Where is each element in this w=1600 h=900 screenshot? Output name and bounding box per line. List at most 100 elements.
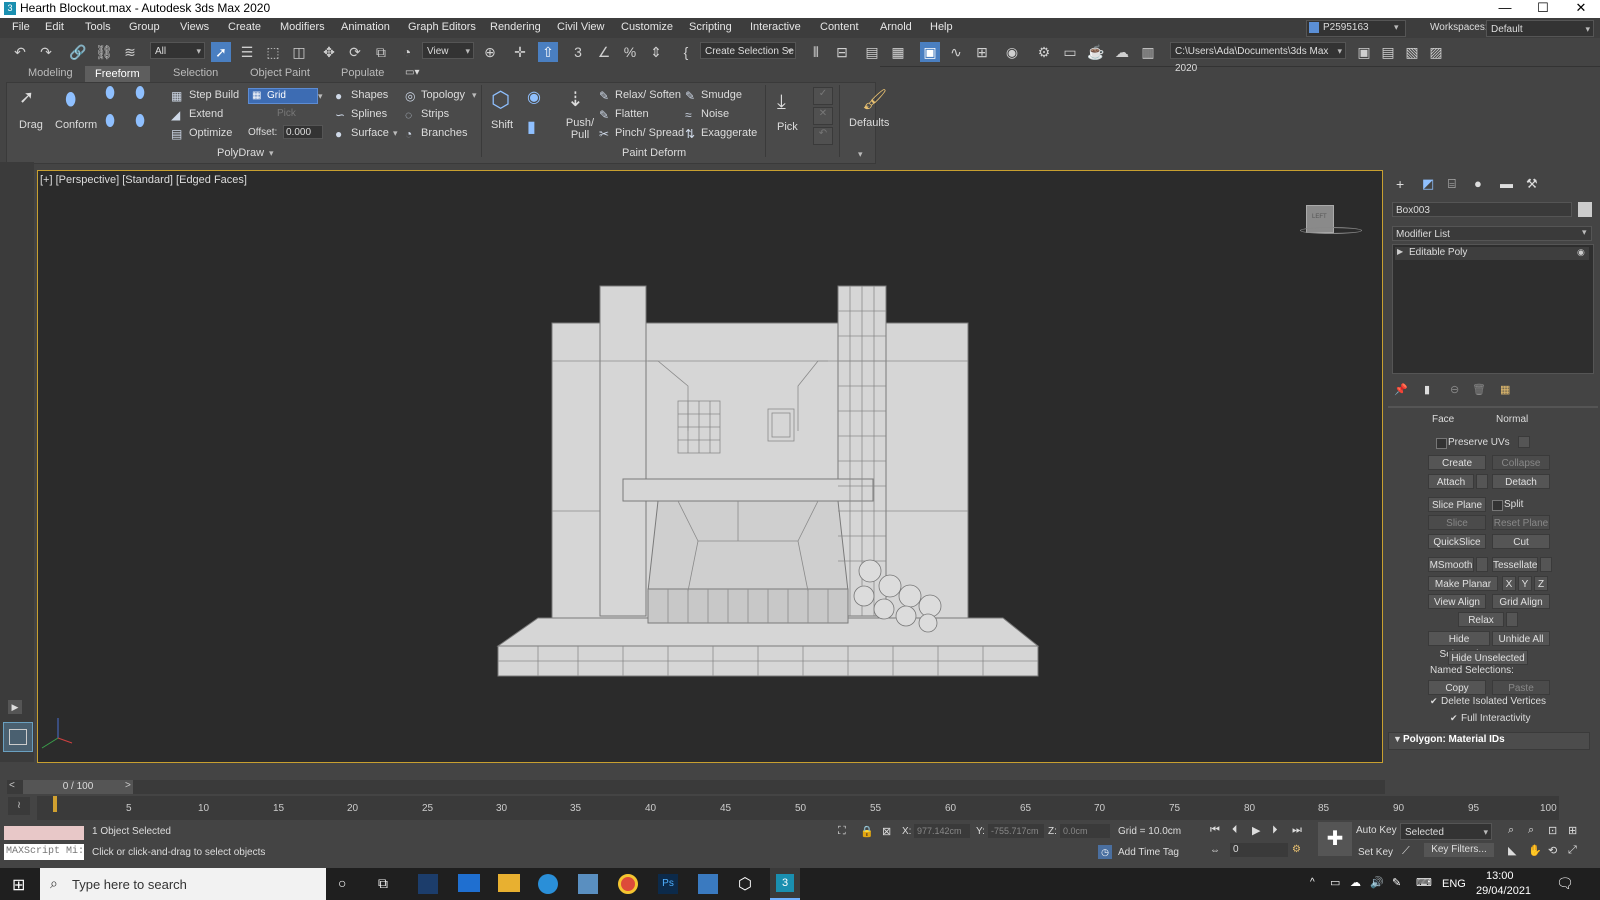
task-view-icon[interactable]: ⧉	[378, 875, 388, 892]
motion-tab-icon[interactable]: ●	[1474, 176, 1482, 191]
preserve-uvs-settings-button[interactable]	[1518, 436, 1530, 448]
app-icon-3[interactable]	[698, 874, 718, 894]
copy-button[interactable]: Copy	[1428, 680, 1486, 695]
3d-viewer-icon[interactable]: ⬡	[738, 874, 752, 894]
3ds-max-taskbar-icon[interactable]: 3	[770, 868, 800, 900]
play-icon[interactable]: ▶	[1252, 824, 1260, 837]
rendered-frame-window-icon[interactable]: ▭	[1060, 42, 1080, 62]
grid-dropdown[interactable]: ▦ Grid	[248, 88, 318, 104]
current-frame-field[interactable]: 0	[1230, 843, 1288, 857]
key-mode-toggle-icon[interactable]: ⇔	[1210, 845, 1220, 856]
menu-file[interactable]: File	[12, 21, 30, 33]
topology-button[interactable]: Topology	[421, 89, 465, 101]
unhide-all-button[interactable]: Unhide All	[1492, 631, 1550, 646]
menu-customize[interactable]: Customize	[621, 21, 673, 33]
field-of-view-icon[interactable]: ◣	[1508, 844, 1516, 857]
clock-time[interactable]: 13:00	[1486, 870, 1514, 882]
tab-object-paint[interactable]: Object Paint	[250, 67, 310, 79]
keyboard-icon[interactable]: ⌨	[1416, 876, 1432, 889]
relax-settings-button[interactable]	[1506, 612, 1518, 627]
user-account-dropdown[interactable]: P2595163 ▾	[1306, 20, 1406, 37]
make-planar-x-button[interactable]: X	[1502, 576, 1516, 591]
schematic-view-icon[interactable]: ⊞	[972, 42, 992, 62]
maximize-viewport-icon[interactable]: ⤢	[1568, 844, 1577, 857]
rectangular-selection-icon[interactable]: ⬚	[263, 42, 283, 62]
make-planar-button[interactable]: Make Planar	[1428, 576, 1498, 591]
utilities-tab-icon[interactable]: ⚒	[1526, 176, 1538, 192]
scene-explorer-icon[interactable]: ▤	[862, 42, 882, 62]
edit-named-selection-icon[interactable]: {	[676, 42, 696, 62]
defaults-label[interactable]: Defaults	[849, 117, 889, 129]
zoom-icon[interactable]: ⌕	[1508, 824, 1514, 837]
x-coordinate-field[interactable]: 977.142cm	[914, 824, 970, 838]
menu-civil-view[interactable]: Civil View	[557, 21, 604, 33]
link-icon[interactable]: 🔗	[68, 42, 88, 62]
select-object-icon[interactable]: ➚	[211, 42, 231, 62]
object-name-field[interactable]: Box003	[1392, 202, 1572, 217]
go-to-start-icon[interactable]: ⏮	[1210, 824, 1220, 837]
viewport-layout-tab[interactable]	[3, 722, 33, 752]
notifications-icon[interactable]: 🗨	[1556, 875, 1574, 892]
cortana-icon[interactable]: ○	[338, 875, 346, 891]
modify-tab-icon[interactable]: ◩	[1422, 176, 1434, 192]
extend-button[interactable]: Extend	[189, 108, 223, 120]
mirror-icon[interactable]: ⫴	[806, 42, 826, 62]
noise-button[interactable]: Noise	[701, 108, 729, 120]
face-radio[interactable]: Face	[1432, 414, 1454, 425]
mini-curve-editor-icon[interactable]: ≀	[8, 797, 30, 815]
render-in-cloud-icon[interactable]: ☁	[1112, 42, 1132, 62]
pick-brush-icon[interactable]: ⤓	[777, 91, 786, 114]
conform-move-icon[interactable]: ⬮	[105, 113, 115, 131]
eye-icon[interactable]: ◉	[1577, 247, 1585, 258]
selection-filter-dropdown[interactable]: All	[150, 42, 205, 60]
commit-icon[interactable]: ✓	[813, 87, 833, 105]
time-tag-icon[interactable]: ◷	[1098, 845, 1112, 859]
conform-revert-icon[interactable]: ⬮	[135, 113, 145, 131]
pin-stack-icon[interactable]: 📌	[1394, 383, 1408, 396]
shift-label[interactable]: Shift	[491, 119, 513, 131]
network-icon[interactable]: ☁	[1350, 876, 1361, 889]
lock-selection-icon[interactable]: 🔒	[860, 825, 874, 838]
angle-snap-icon[interactable]: ∠	[594, 42, 614, 62]
modifier-list-dropdown[interactable]: Modifier List	[1392, 226, 1592, 241]
ribbon-options-icon[interactable]: ▭▾	[405, 67, 425, 80]
project-path-dropdown[interactable]: C:\Users\Ada\Documents\3ds Max 2020	[1170, 42, 1346, 74]
reset-plane-button[interactable]: Reset Plane	[1492, 515, 1550, 530]
layer-icon[interactable]: ▤	[1378, 42, 1398, 62]
close-button[interactable]: ✕	[1562, 0, 1600, 18]
push-pull-label[interactable]: Push/ Pull	[564, 117, 596, 141]
chevron-down-icon[interactable]: ▾	[269, 148, 274, 159]
exaggerate-button[interactable]: Exaggerate	[701, 127, 757, 139]
full-interactivity-checkbox[interactable]: ✔	[1450, 713, 1458, 724]
material-editor-icon[interactable]: ◉	[1002, 42, 1022, 62]
maxscript-listener-field[interactable]	[4, 826, 84, 840]
tessellate-button[interactable]: Tessellate	[1492, 557, 1538, 572]
configure-modifier-sets-icon[interactable]: ▦	[1500, 383, 1510, 396]
menu-create[interactable]: Create	[228, 21, 261, 33]
go-to-end-icon[interactable]: ⏭	[1292, 824, 1302, 837]
render-production-icon[interactable]: ☕	[1086, 42, 1106, 62]
step-build-button[interactable]: Step Build	[189, 89, 239, 101]
key-mode-dropdown[interactable]: Selected	[1400, 823, 1492, 841]
menu-content[interactable]: Content	[820, 21, 859, 33]
next-frame-icon[interactable]: ⏵	[1272, 824, 1278, 837]
select-and-rotate-icon[interactable]: ⟳	[345, 42, 365, 62]
toggle-ribbon-icon[interactable]: ▣	[920, 42, 940, 62]
next-frame-arrow-icon[interactable]: >	[125, 780, 131, 791]
select-by-name-icon[interactable]: ☰	[237, 42, 257, 62]
expand-arrow-icon[interactable]: ▶	[1397, 247, 1403, 256]
align-icon[interactable]: ⊟	[832, 42, 852, 62]
normal-radio[interactable]: Normal	[1496, 414, 1528, 425]
drag-label[interactable]: Drag	[19, 119, 43, 131]
attach-button[interactable]: Attach	[1428, 474, 1474, 489]
polydraw-panel-label[interactable]: PolyDraw	[217, 147, 264, 159]
keyboard-shortcut-override-icon[interactable]: ⇧	[538, 42, 558, 62]
chevron-down-icon[interactable]: ▾	[318, 91, 323, 102]
menu-arnold[interactable]: Arnold	[880, 21, 912, 33]
revert-icon[interactable]: ↶	[813, 127, 833, 145]
select-manipulate-icon[interactable]: ✛	[510, 42, 530, 62]
add-time-tag-button[interactable]: Add Time Tag	[1118, 847, 1179, 858]
file-explorer-icon[interactable]	[498, 874, 520, 892]
attach-settings-button[interactable]	[1476, 474, 1488, 489]
time-slider[interactable]: < 0 / 100 >	[7, 780, 1385, 794]
